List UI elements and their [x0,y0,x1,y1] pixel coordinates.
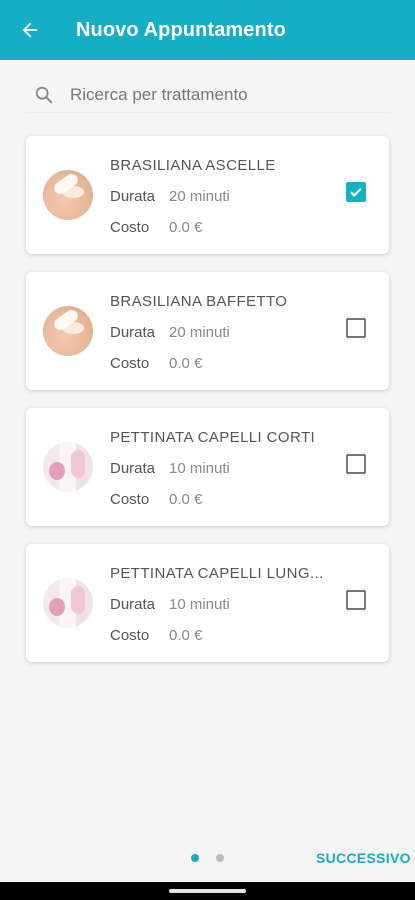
page-title: Nuovo Appuntamento [76,18,286,41]
search-bar[interactable] [26,78,390,113]
search-icon [28,79,60,111]
treatment-image [43,442,93,492]
treatment-checkbox[interactable] [346,454,366,474]
duration-value: 10 minuti [169,460,230,477]
duration-label: Durata [110,596,156,613]
back-button[interactable] [0,0,60,60]
treatment-card[interactable]: BRASILIANA ASCELLE Durata 20 minuti Cost… [26,136,389,254]
cost-value: 0.0 € [169,491,203,508]
page-indicator-dot-1 [191,854,199,862]
cost-label: Costo [110,627,150,644]
treatment-card[interactable]: PETTINATA CAPELLI LUNG... Durata 10 minu… [26,544,389,662]
cost-value: 0.0 € [169,627,203,644]
duration-label: Durata [110,188,156,205]
app-bar: Nuovo Appuntamento [0,0,415,60]
duration-value: 20 minuti [169,188,230,205]
duration-label: Durata [110,460,156,477]
cost-label: Costo [110,491,150,508]
checkmark-icon [350,187,362,197]
treatment-image [43,306,93,356]
home-gesture-handle[interactable] [169,889,246,893]
duration-value: 10 minuti [169,596,230,613]
treatment-card[interactable]: BRASILIANA BAFFETTO Durata 20 minuti Cos… [26,272,389,390]
search-input[interactable] [68,84,372,106]
duration-label: Durata [110,324,156,341]
treatment-name: PETTINATA CAPELLI LUNG... [110,565,324,582]
cost-value: 0.0 € [169,219,203,236]
treatment-checkbox[interactable] [346,182,366,202]
treatment-name: BRASILIANA BAFFETTO [110,293,288,310]
cost-value: 0.0 € [169,355,203,372]
next-button[interactable]: SUCCESSIVO [316,850,411,866]
treatment-image [43,578,93,628]
treatment-checkbox[interactable] [346,318,366,338]
treatment-card[interactable]: PETTINATA CAPELLI CORTI Durata 10 minuti… [26,408,389,526]
treatment-name: BRASILIANA ASCELLE [110,157,276,174]
duration-value: 20 minuti [169,324,230,341]
page-indicator-dot-2 [216,854,224,862]
cost-label: Costo [110,355,150,372]
system-navigation-bar [0,882,415,900]
treatment-checkbox[interactable] [346,590,366,610]
arrow-back-icon [22,22,38,38]
treatment-name: PETTINATA CAPELLI CORTI [110,429,316,446]
treatment-image [43,170,93,220]
cost-label: Costo [110,219,150,236]
